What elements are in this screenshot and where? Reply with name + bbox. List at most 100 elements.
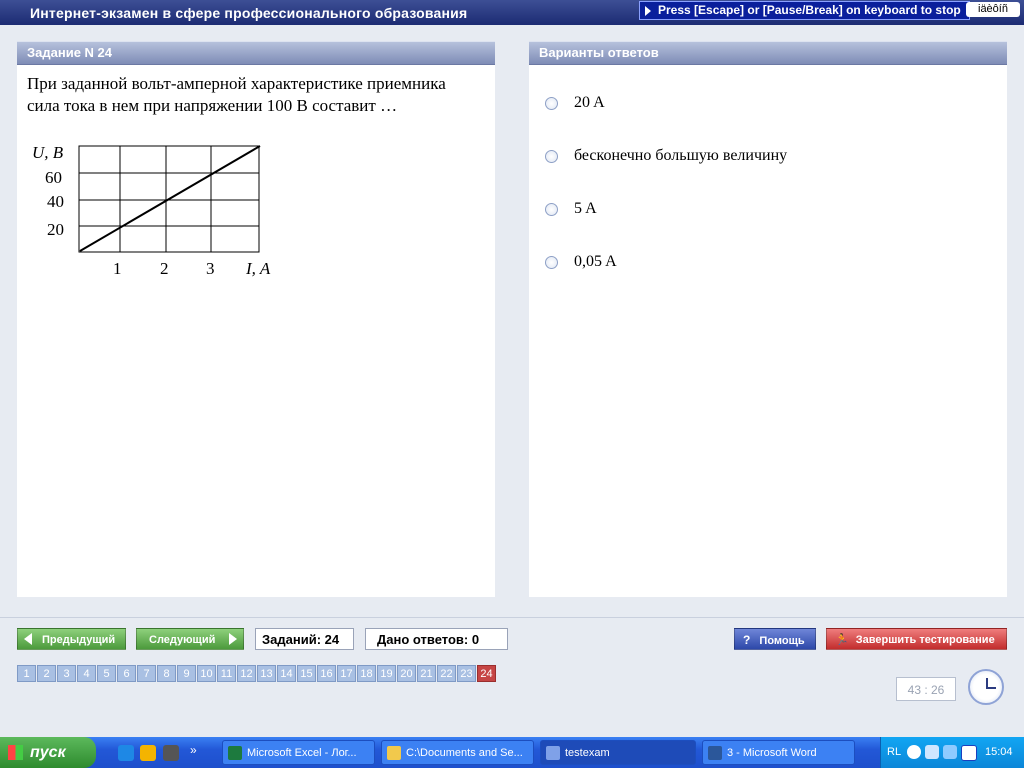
page-button[interactable]: 9 bbox=[177, 665, 196, 682]
clock-icon bbox=[968, 669, 1004, 705]
help-icon: ? bbox=[743, 633, 751, 647]
radio-button[interactable] bbox=[545, 202, 558, 216]
page-button[interactable]: 13 bbox=[257, 665, 276, 682]
page-button[interactable]: 22 bbox=[437, 665, 456, 682]
y-axis-label: U, B bbox=[32, 143, 64, 162]
page-button[interactable]: 15 bbox=[297, 665, 316, 682]
prev-button[interactable]: Предыдущий bbox=[17, 628, 126, 650]
tray-arrow-icon[interactable] bbox=[925, 745, 939, 759]
page-button[interactable]: 7 bbox=[137, 665, 156, 682]
arrow-left-icon bbox=[24, 633, 32, 645]
escape-hint-text: Press [Escape] or [Pause/Break] on keybo… bbox=[658, 3, 961, 17]
answer-label: бесконечно большую величину bbox=[574, 147, 788, 164]
y-tick: 20 bbox=[47, 220, 64, 239]
task-explorer[interactable]: C:\Documents and Se... bbox=[381, 740, 534, 765]
start-button[interactable]: пуск bbox=[0, 737, 96, 768]
media-icon[interactable] bbox=[140, 745, 156, 761]
answer-label: 0,05 A bbox=[574, 253, 617, 270]
y-tick: 40 bbox=[47, 192, 64, 211]
page-button[interactable]: 20 bbox=[397, 665, 416, 682]
title-bar: Интернет-экзамен в сфере профессионально… bbox=[0, 0, 1024, 25]
lang-indicator[interactable]: RL bbox=[887, 746, 901, 758]
question-text: При заданной вольт-амперной характеристи… bbox=[27, 74, 446, 115]
page-selector: 1 2 3 4 5 6 7 8 9 10 11 12 13 14 15 16 1… bbox=[17, 665, 496, 682]
radio-button[interactable] bbox=[545, 149, 558, 163]
chevron-more-icon[interactable]: » bbox=[190, 743, 197, 757]
taskbar: пуск » Microsoft Excel - Лог... C:\Docum… bbox=[0, 737, 1024, 768]
x-tick: 2 bbox=[160, 259, 169, 278]
page-button[interactable]: 5 bbox=[97, 665, 116, 682]
back-icon[interactable] bbox=[907, 745, 921, 759]
page-button[interactable]: 19 bbox=[377, 665, 396, 682]
task-label: Microsoft Excel - Лог... bbox=[247, 747, 357, 759]
start-label: пуск bbox=[30, 744, 66, 761]
play-tray-icon[interactable] bbox=[961, 745, 977, 761]
answers-panel: Варианты ответов 20 A бесконечно большую… bbox=[529, 41, 1007, 597]
finish-button[interactable]: 🏃 Завершить тестирование bbox=[826, 628, 1007, 650]
app-icon[interactable] bbox=[163, 745, 179, 761]
task-label: testexam bbox=[565, 747, 610, 759]
network-icon[interactable] bbox=[943, 745, 957, 759]
task-word[interactable]: 3 - Microsoft Word bbox=[702, 740, 855, 765]
page-button[interactable]: 16 bbox=[317, 665, 336, 682]
page-button[interactable]: 17 bbox=[337, 665, 356, 682]
timer: 43 : 26 bbox=[896, 677, 956, 701]
page-button[interactable]: 6 bbox=[117, 665, 136, 682]
page-button[interactable]: 3 bbox=[57, 665, 76, 682]
radio-button[interactable] bbox=[545, 255, 558, 269]
next-label: Следующий bbox=[149, 634, 216, 646]
page-button[interactable]: 23 bbox=[457, 665, 476, 682]
help-label: Помощь bbox=[759, 635, 805, 647]
ie-icon[interactable] bbox=[118, 745, 134, 761]
question-panel: Задание N 24 При заданной вольт-амперной… bbox=[17, 41, 495, 597]
folder-icon bbox=[387, 746, 401, 760]
testexam-icon bbox=[546, 746, 560, 760]
question-header: Задание N 24 bbox=[17, 41, 495, 65]
task-testexam[interactable]: testexam bbox=[540, 740, 696, 765]
answers-header: Варианты ответов bbox=[529, 41, 1007, 65]
page-button[interactable]: 12 bbox=[237, 665, 256, 682]
answers-given: Дано ответов: 0 bbox=[365, 628, 508, 650]
clock-time: 15:04 bbox=[985, 746, 1013, 758]
word-icon bbox=[708, 746, 722, 760]
arrow-right-icon bbox=[229, 633, 237, 645]
task-label: C:\Documents and Se... bbox=[406, 747, 523, 759]
windows-flag-icon bbox=[8, 745, 23, 760]
page-button[interactable]: 18 bbox=[357, 665, 376, 682]
runner-icon: 🏃 bbox=[835, 634, 849, 646]
answer-option[interactable]: бесконечно большую величину bbox=[545, 147, 787, 165]
excel-icon bbox=[228, 746, 242, 760]
page-button[interactable]: 2 bbox=[37, 665, 56, 682]
answer-label: 5 A bbox=[574, 200, 597, 217]
app-title: Интернет-экзамен в сфере профессионально… bbox=[30, 5, 468, 21]
x-tick: 1 bbox=[113, 259, 122, 278]
escape-hint: Press [Escape] or [Pause/Break] on keybo… bbox=[639, 1, 970, 20]
page-button-current[interactable]: 24 bbox=[477, 665, 496, 682]
language-indicator: iäèôíñ bbox=[966, 2, 1020, 17]
answer-option[interactable]: 0,05 A bbox=[545, 253, 617, 271]
radio-button[interactable] bbox=[545, 96, 558, 110]
answer-label: 20 A bbox=[574, 94, 605, 111]
page-button[interactable]: 14 bbox=[277, 665, 296, 682]
page-button[interactable]: 11 bbox=[217, 665, 236, 682]
y-tick: 60 bbox=[45, 168, 62, 187]
x-axis-label: I, A bbox=[245, 259, 271, 278]
page-button[interactable]: 8 bbox=[157, 665, 176, 682]
volt-ampere-graph: U, B 60 40 20 1 2 3 I, A bbox=[32, 143, 271, 278]
answer-option[interactable]: 20 A bbox=[545, 94, 605, 112]
help-button[interactable]: ? Помощь bbox=[734, 628, 816, 650]
page-button[interactable]: 21 bbox=[417, 665, 436, 682]
finish-label: Завершить тестирование bbox=[855, 634, 995, 646]
system-tray: RL 15:04 bbox=[880, 737, 1024, 768]
next-button[interactable]: Следующий bbox=[136, 628, 244, 650]
answer-option[interactable]: 5 A bbox=[545, 200, 597, 218]
page-button[interactable]: 10 bbox=[197, 665, 216, 682]
task-excel[interactable]: Microsoft Excel - Лог... bbox=[222, 740, 375, 765]
x-tick: 3 bbox=[206, 259, 215, 278]
play-icon bbox=[645, 6, 651, 16]
task-label: 3 - Microsoft Word bbox=[727, 747, 817, 759]
page-button[interactable]: 1 bbox=[17, 665, 36, 682]
page-button[interactable]: 4 bbox=[77, 665, 96, 682]
tasks-count: Заданий: 24 bbox=[255, 628, 354, 650]
characteristic-line bbox=[79, 145, 261, 252]
